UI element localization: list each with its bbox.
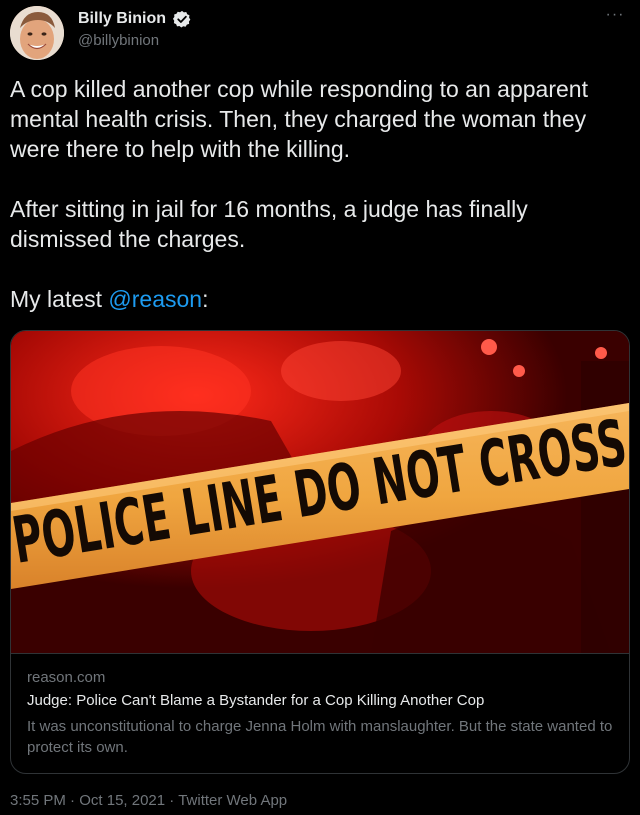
author-info[interactable]: Billy Binion @billybinion bbox=[78, 10, 191, 49]
link-card[interactable]: POLICE LINE DO NOT CROSS reason.com Judg… bbox=[10, 330, 630, 774]
card-title[interactable]: Judge: Police Can't Blame a Bystander fo… bbox=[27, 692, 617, 709]
tweet-paragraph: My latest @reason: bbox=[10, 284, 630, 314]
card-domain: reason.com bbox=[27, 669, 106, 686]
tweet-date[interactable]: Oct 15, 2021 bbox=[79, 792, 165, 809]
card-image[interactable]: POLICE LINE DO NOT CROSS bbox=[11, 331, 629, 653]
avatar[interactable] bbox=[10, 6, 64, 60]
card-meta[interactable]: reason.com Judge: Police Can't Blame a B… bbox=[11, 653, 629, 773]
tweet-time[interactable]: 3:55 PM bbox=[10, 792, 66, 809]
tweet-header: Billy Binion @billybinion ··· bbox=[10, 6, 630, 62]
tweet-paragraph: After sitting in jail for 16 months, a j… bbox=[10, 196, 528, 252]
tweet: Billy Binion @billybinion ··· A cop kill… bbox=[0, 0, 640, 815]
verified-badge-icon bbox=[173, 10, 191, 28]
separator: · bbox=[169, 792, 175, 809]
separator: · bbox=[70, 792, 76, 809]
tweet-paragraph: A cop killed another cop while respondin… bbox=[10, 76, 588, 162]
tweet-source[interactable]: Twitter Web App bbox=[178, 792, 287, 809]
avatar-photo bbox=[10, 6, 64, 60]
tweet-text-suffix: : bbox=[202, 286, 209, 312]
handle[interactable]: @billybinion bbox=[78, 32, 191, 49]
police-tape-image: POLICE LINE DO NOT CROSS bbox=[11, 331, 629, 653]
mention-link[interactable]: @reason bbox=[108, 286, 202, 312]
more-horizontal-icon[interactable]: ··· bbox=[604, 7, 626, 28]
tweet-timestamp: 3:55 PM · Oct 15, 2021 · Twitter Web App bbox=[10, 792, 287, 809]
card-description: It was unconstitutional to charge Jenna … bbox=[27, 718, 613, 756]
tweet-body: A cop killed another cop while respondin… bbox=[10, 74, 630, 314]
tweet-text-prefix: My latest bbox=[10, 286, 109, 312]
display-name[interactable]: Billy Binion bbox=[78, 10, 166, 28]
